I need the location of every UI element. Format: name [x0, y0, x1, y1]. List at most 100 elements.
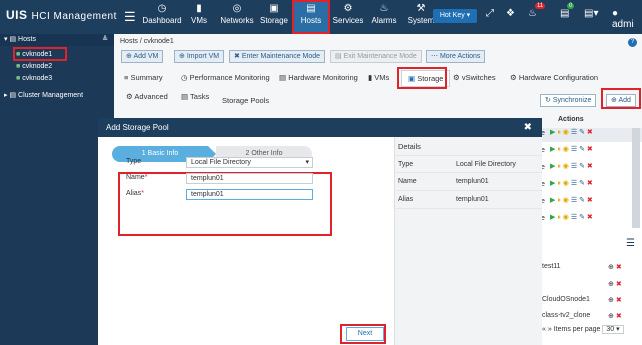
start-icon[interactable]: ▶ — [550, 146, 555, 153]
tab-vswitches[interactable]: ⚙ vSwitches — [453, 73, 496, 82]
list-item[interactable]: test11 — [542, 263, 561, 270]
nav-system[interactable]: ⚒ System — [406, 2, 436, 32]
type-select[interactable]: Local File Directory ▾ — [186, 157, 313, 168]
list-item[interactable]: CloudOSnode1 — [542, 296, 590, 303]
enter-maintenance-button[interactable]: ✖ Enter Maintenance Mode — [229, 50, 326, 63]
delete-icon[interactable]: ✖ — [616, 281, 622, 288]
add-storage-pool-dialog: Add Storage Pool ✖ 1 Basic Info 2 Other I… — [98, 118, 542, 345]
delete-icon[interactable]: ✖ — [587, 197, 593, 204]
per-page-select[interactable]: 30 ▾ — [602, 325, 624, 334]
collapse-icon[interactable]: ≜ — [102, 34, 108, 46]
tab-hardware-monitoring[interactable]: ▤ Hardware Monitoring — [279, 73, 358, 82]
start-icon[interactable]: ▶ — [550, 214, 555, 221]
nav-services[interactable]: ⚙ Services — [332, 2, 364, 32]
name-input[interactable]: templun01 — [186, 173, 313, 184]
user-menu[interactable]: ● admi — [612, 8, 642, 30]
stop-icon[interactable]: ◉ — [563, 146, 569, 153]
start-icon[interactable]: ▶ — [550, 180, 555, 187]
delete-icon[interactable]: ✖ — [616, 313, 622, 320]
nav-dashboard[interactable]: ◷ Dashboard — [140, 2, 184, 32]
type-label: Type — [126, 158, 142, 165]
add-vm-button[interactable]: ⊕ Add VM — [121, 50, 164, 63]
delete-icon[interactable]: ✖ — [587, 146, 593, 153]
action-row: ▶ ⏸ ◉ ☰ ✎ ✖ — [550, 196, 640, 213]
list-icon[interactable]: ☰ — [571, 214, 577, 221]
sidebar-hosts-header[interactable]: ▾ ▤ Hosts ≜ — [0, 34, 114, 46]
edit-icon[interactable]: ✎ — [579, 180, 585, 187]
help-icon[interactable]: ? — [628, 38, 637, 47]
list-icon[interactable]: ☰ — [571, 146, 577, 153]
pause-icon[interactable]: ⏸ — [557, 129, 561, 136]
nav-networks[interactable]: ◎ Networks — [218, 2, 256, 32]
fullscreen-icon[interactable]: ⤢ — [486, 8, 494, 19]
stop-icon[interactable]: ◉ — [563, 197, 569, 204]
delete-icon[interactable]: ✖ — [587, 180, 593, 187]
stop-icon[interactable]: ◉ — [563, 129, 569, 136]
delete-icon[interactable]: ✖ — [616, 297, 622, 304]
name-label: Name* — [126, 174, 148, 181]
breadcrumb-root[interactable]: Hosts — [120, 38, 138, 45]
tab-vms[interactable]: ▮ VMs — [368, 73, 389, 82]
task-icon[interactable]: ▤ 0 — [560, 3, 575, 19]
close-icon[interactable]: ✖ — [524, 118, 532, 137]
more-actions-button[interactable]: ⋯ More Actions — [426, 50, 486, 63]
pause-icon[interactable]: ⏸ — [557, 197, 561, 204]
next-page-icon[interactable]: » — [548, 326, 552, 333]
delete-icon[interactable]: ✖ — [616, 264, 622, 271]
edit-icon[interactable]: ✎ — [579, 214, 585, 221]
add-icon[interactable]: ⊕ — [608, 281, 614, 288]
column-menu-icon[interactable]: ☰ — [626, 238, 635, 249]
stop-icon[interactable]: ◉ — [563, 214, 569, 221]
list-icon[interactable]: ☰ — [571, 163, 577, 170]
breadcrumb-current: cvknode1 — [143, 38, 174, 45]
add-icon[interactable]: ⊕ — [608, 313, 614, 320]
pause-icon[interactable]: ⏸ — [557, 163, 561, 170]
pause-icon[interactable]: ⏸ — [557, 180, 561, 187]
pause-icon[interactable]: ⏸ — [557, 146, 561, 153]
start-icon[interactable]: ▶ — [550, 197, 555, 204]
alias-input[interactable]: templun01 — [186, 189, 313, 200]
tab-summary[interactable]: ≡ Summary — [124, 73, 163, 82]
edit-icon[interactable]: ✎ — [579, 146, 585, 153]
nav-vms[interactable]: ▮ VMs — [186, 2, 212, 32]
start-icon[interactable]: ▶ — [550, 129, 555, 136]
synchronize-button[interactable]: ↻ Synchronize — [540, 94, 597, 107]
sidebar-item-cvknode2[interactable]: ■ cvknode2 — [0, 61, 114, 73]
list-icon[interactable]: ☰ — [571, 197, 577, 204]
nav-label: Storage — [259, 16, 289, 25]
stop-icon[interactable]: ◉ — [563, 180, 569, 187]
start-icon[interactable]: ▶ — [550, 163, 555, 170]
sidebar-item-cvknode3[interactable]: ■ cvknode3 — [0, 73, 114, 85]
shirt-icon[interactable]: ❖ — [506, 8, 515, 19]
list-item[interactable]: class-tv2_clone — [542, 312, 590, 319]
alarm-icon[interactable]: ♨ 11 — [528, 3, 546, 19]
sidebar-cluster-management[interactable]: ▸ ▤ Cluster Management — [0, 90, 114, 102]
step-label: 1 Basic Info — [141, 150, 179, 157]
tab-performance-monitoring[interactable]: ◷ Performance Monitoring — [181, 73, 270, 82]
plus-icon: ⊕ — [126, 53, 132, 60]
list-icon[interactable]: ☰ — [571, 180, 577, 187]
delete-icon[interactable]: ✖ — [587, 163, 593, 170]
nav-storage[interactable]: ▣ Storage — [258, 2, 290, 32]
edit-icon[interactable]: ✎ — [579, 163, 585, 170]
pause-icon[interactable]: ⏸ — [557, 214, 561, 221]
card-icon[interactable]: ▤▾ — [584, 8, 598, 19]
import-vm-button[interactable]: ⊕ Import VM — [174, 50, 225, 63]
edit-icon[interactable]: ✎ — [579, 197, 585, 204]
exit-maintenance-button[interactable]: ▤ Exit Maintenance Mode — [330, 50, 422, 63]
nav-alarms[interactable]: ♨ Alarms — [370, 2, 398, 32]
delete-icon[interactable]: ✖ — [587, 214, 593, 221]
prev-page-icon[interactable]: « — [542, 326, 546, 333]
gear-icon: ⚙ — [343, 3, 353, 14]
stop-icon[interactable]: ◉ — [563, 163, 569, 170]
tab-hardware-configuration[interactable]: ⚙ Hardware Configuration — [510, 73, 598, 82]
task-count-badge: 0 — [567, 3, 575, 9]
hamburger-menu-icon[interactable]: ☰ — [124, 9, 136, 25]
delete-icon[interactable]: ✖ — [587, 129, 593, 136]
add-icon[interactable]: ⊕ — [608, 297, 614, 304]
list-icon[interactable]: ☰ — [571, 129, 577, 136]
edit-icon[interactable]: ✎ — [579, 129, 585, 136]
hot-key-button[interactable]: Hot Key ▾ — [433, 9, 477, 23]
pool-table-scrollbar[interactable] — [632, 128, 640, 228]
add-icon[interactable]: ⊕ — [608, 264, 614, 271]
